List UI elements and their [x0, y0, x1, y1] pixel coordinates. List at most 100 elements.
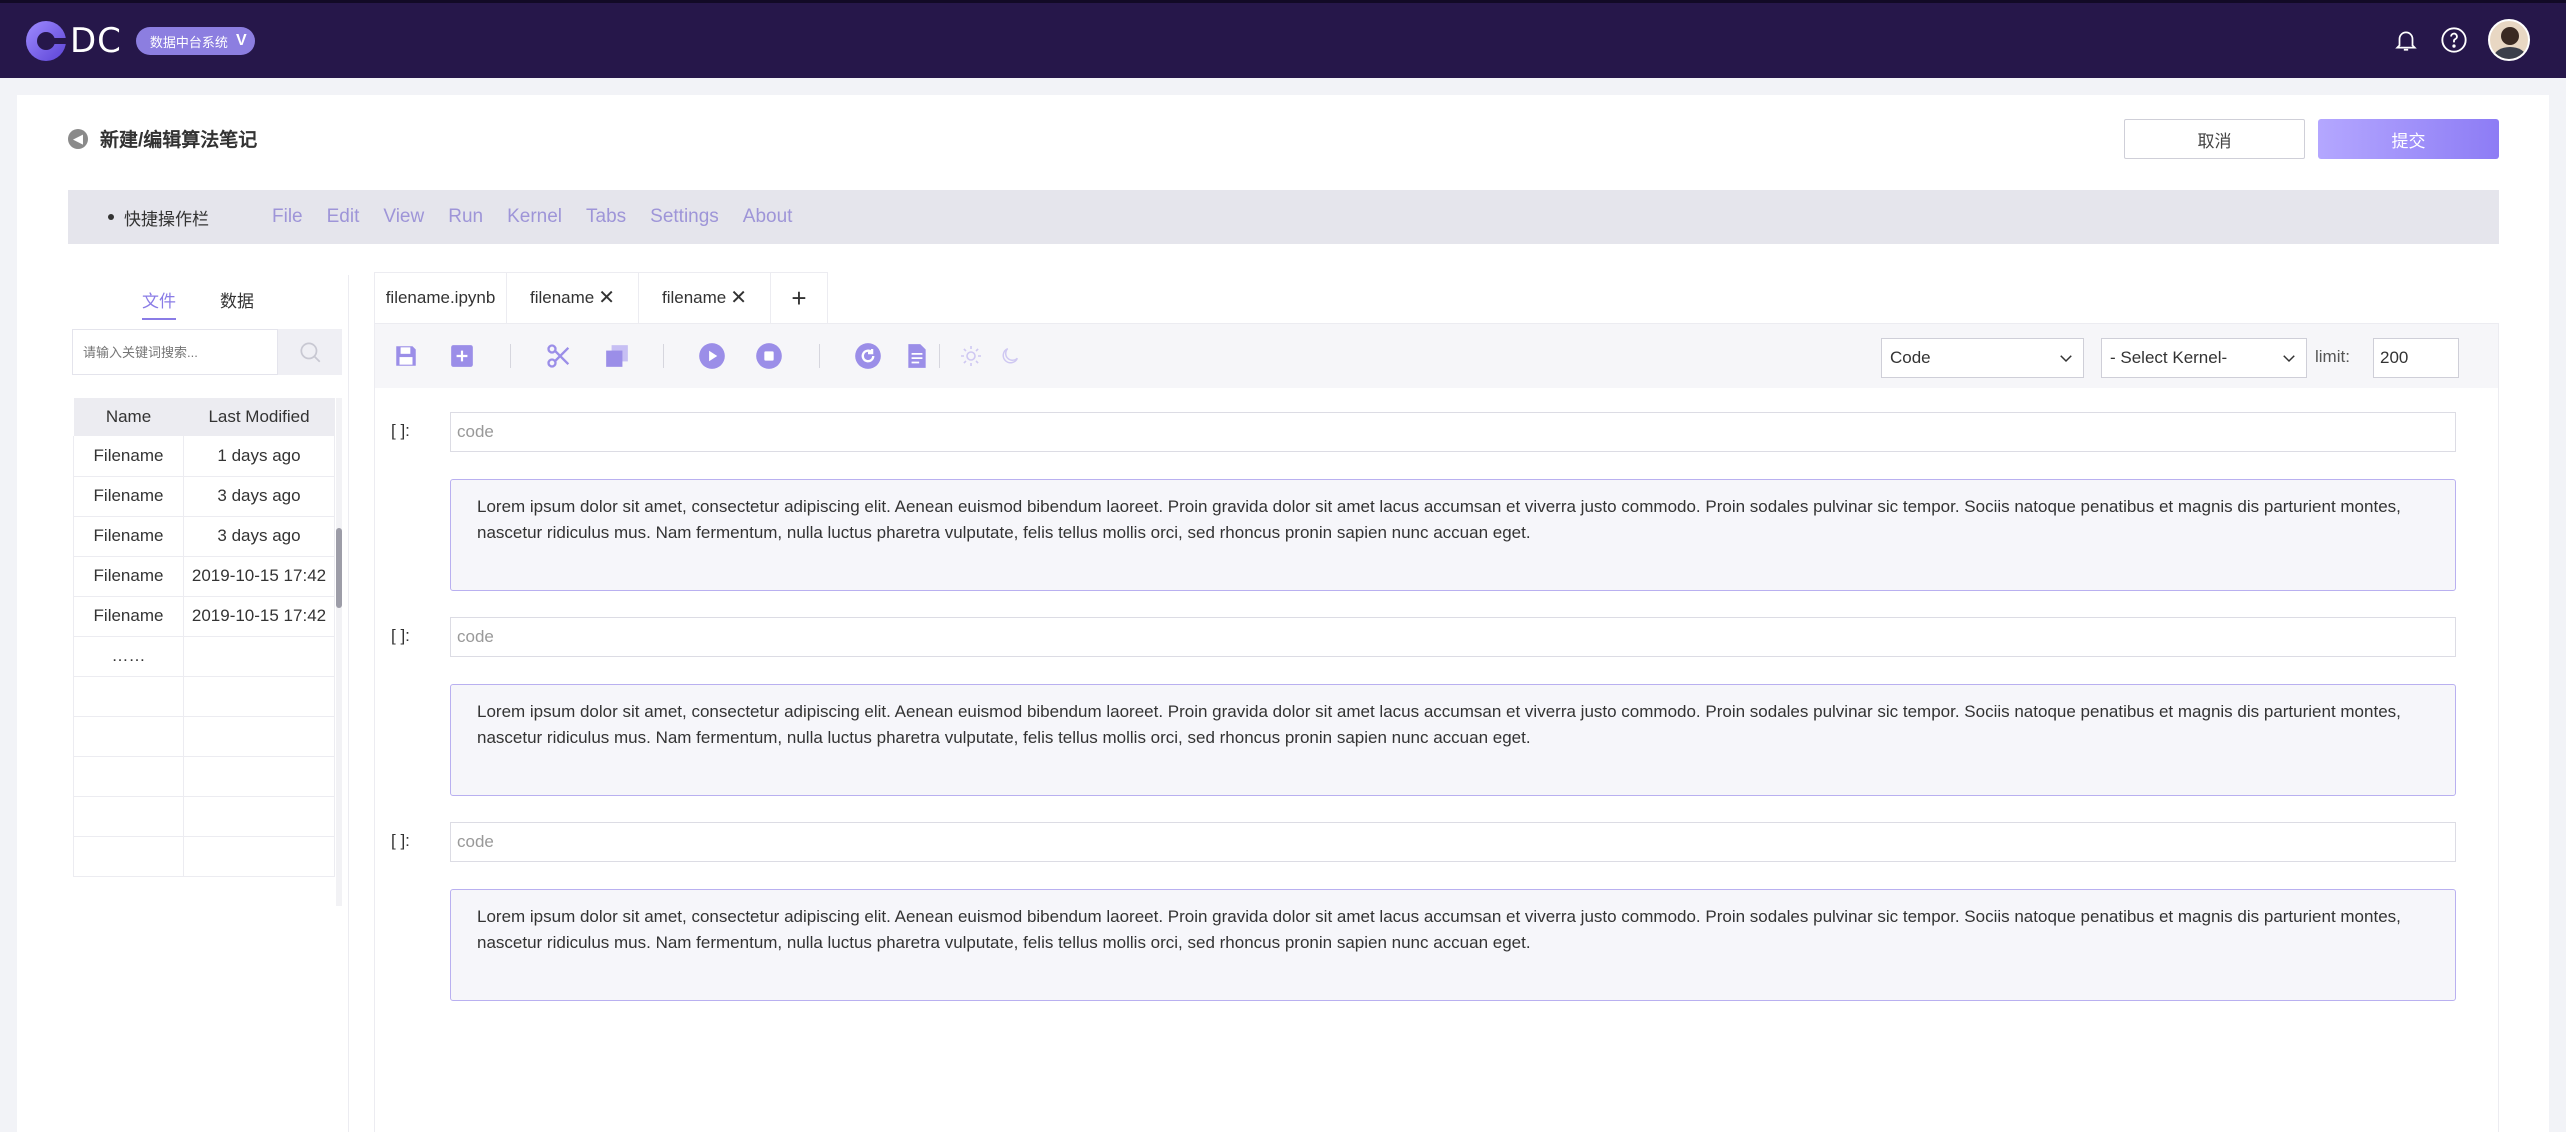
- code-input[interactable]: code: [450, 412, 2456, 452]
- bell-icon[interactable]: [2392, 26, 2420, 54]
- cell-filename: Filename: [73, 596, 184, 637]
- search-button[interactable]: [278, 329, 342, 375]
- tab-label: filename.ipynb: [385, 288, 496, 307]
- search-icon: [300, 342, 321, 363]
- restart-icon[interactable]: [854, 342, 882, 370]
- menu-settings[interactable]: Settings: [650, 206, 719, 228]
- logo-text: DC: [70, 21, 122, 61]
- cancel-button[interactable]: 取消: [2124, 119, 2305, 159]
- kernel-select[interactable]: - Select Kernel-: [2101, 338, 2307, 378]
- left-panel-tabs: 文件 数据: [142, 287, 254, 320]
- notebook-toolbar: Code - Select Kernel- limit: 200: [375, 324, 2498, 388]
- add-cell-icon[interactable]: [448, 342, 476, 370]
- help-icon[interactable]: [2440, 26, 2468, 54]
- table-row[interactable]: [73, 716, 335, 757]
- cell-prompt: [ ]:: [391, 421, 410, 440]
- menu-edit[interactable]: Edit: [327, 206, 360, 228]
- system-switcher[interactable]: 数据中台系统 V: [135, 27, 255, 55]
- cell-filename: [73, 676, 184, 717]
- table-header-row: Name Last Modified: [73, 398, 335, 436]
- table-row[interactable]: [73, 676, 335, 717]
- cell-last-modified: 3 days ago: [183, 476, 335, 517]
- limit-input[interactable]: 200: [2373, 338, 2459, 378]
- back-icon[interactable]: ◀: [68, 128, 88, 149]
- code-input[interactable]: code: [450, 617, 2456, 657]
- menu-kernel[interactable]: Kernel: [507, 206, 562, 228]
- run-icon[interactable]: [698, 342, 726, 370]
- menu-bar: File Edit View Run Kernel Tabs Settings …: [272, 206, 792, 228]
- tab-label: filename: [529, 288, 595, 307]
- table-row[interactable]: [73, 796, 335, 837]
- search-input[interactable]: [72, 329, 278, 375]
- notebook-editor: Code - Select Kernel- limit: 200 [ ]: co…: [374, 323, 2499, 1132]
- dark-mode-icon[interactable]: [996, 342, 1024, 370]
- cell-prompt: [ ]:: [391, 626, 410, 645]
- cell-filename: ……: [73, 636, 184, 677]
- avatar[interactable]: [2488, 19, 2530, 61]
- light-mode-icon[interactable]: [957, 342, 985, 370]
- cell-filename: [73, 796, 184, 837]
- document-icon[interactable]: [903, 342, 931, 370]
- cell-filename: [73, 836, 184, 877]
- table-row[interactable]: Filename 3 days ago: [73, 516, 335, 557]
- code-input[interactable]: code: [450, 822, 2456, 862]
- table-row[interactable]: Filename 2019-10-15 17:42: [73, 556, 335, 597]
- close-icon[interactable]: ✕: [598, 288, 615, 308]
- panel-divider: [348, 275, 349, 1132]
- cell-filename: [73, 716, 184, 757]
- tab-file-3[interactable]: filename ✕: [639, 273, 771, 323]
- app-logo[interactable]: DC 数据中台系统 V: [26, 19, 255, 63]
- tab-data[interactable]: 数据: [220, 287, 254, 320]
- cell-last-modified: [183, 756, 335, 797]
- cell-last-modified: 1 days ago: [183, 436, 335, 477]
- toolbar-separator: [663, 344, 664, 368]
- cell-output: Lorem ipsum dolor sit amet, consectetur …: [450, 889, 2456, 1001]
- table-row[interactable]: Filename 2019-10-15 17:42: [73, 596, 335, 637]
- main-card: ◀ 新建/编辑算法笔记 取消 提交 快捷操作栏 File Edit View R…: [17, 95, 2549, 1132]
- tab-label: filename: [661, 288, 727, 307]
- toolbar-separator: [510, 344, 511, 368]
- page-header: ◀ 新建/编辑算法笔记: [68, 125, 257, 152]
- toolbar-separator: [819, 344, 820, 368]
- menu-view[interactable]: View: [383, 206, 424, 228]
- menu-run[interactable]: Run: [448, 206, 483, 228]
- cell-filename: Filename: [73, 556, 184, 597]
- tab-file-2[interactable]: filename ✕: [507, 273, 639, 323]
- table-row[interactable]: Filename 3 days ago: [73, 476, 335, 517]
- cell-filename: Filename: [73, 476, 184, 517]
- table-row[interactable]: [73, 756, 335, 797]
- top-navbar: DC 数据中台系统 V: [0, 0, 2566, 78]
- file-table: Name Last Modified Filename 1 days ago Fil…: [73, 398, 335, 877]
- chevron-down-icon: [2283, 355, 2295, 363]
- cell-type-value: Code: [1890, 348, 1931, 367]
- add-tab-button[interactable]: +: [771, 273, 827, 323]
- file-list-scrollbar[interactable]: [336, 398, 342, 906]
- cell-prompt: [ ]:: [391, 831, 410, 850]
- menu-about[interactable]: About: [743, 206, 793, 228]
- menu-file[interactable]: File: [272, 206, 303, 228]
- chevron-down-icon: [2060, 355, 2072, 363]
- cell-type-select[interactable]: Code: [1881, 338, 2084, 378]
- kernel-value: - Select Kernel-: [2110, 348, 2228, 367]
- table-row[interactable]: [73, 836, 335, 877]
- cut-icon[interactable]: [545, 342, 573, 370]
- limit-label: limit:: [2315, 347, 2350, 366]
- quickbar-label: 快捷操作栏: [108, 205, 258, 230]
- toolbar-separator: [939, 344, 940, 368]
- save-icon[interactable]: [392, 342, 420, 370]
- tab-file-1[interactable]: filename.ipynb: [375, 273, 507, 323]
- cell-filename: [73, 756, 184, 797]
- stop-icon[interactable]: [755, 342, 783, 370]
- table-row[interactable]: ……: [73, 636, 335, 677]
- table-row[interactable]: Filename 1 days ago: [73, 436, 335, 477]
- tab-files[interactable]: 文件: [142, 287, 176, 320]
- scrollbar-thumb[interactable]: [336, 528, 342, 608]
- plus-icon: +: [791, 282, 807, 313]
- logo-mark-icon: [26, 21, 66, 61]
- close-icon[interactable]: ✕: [730, 288, 747, 308]
- menu-tabs[interactable]: Tabs: [586, 206, 626, 228]
- column-header-name[interactable]: Name: [73, 398, 184, 436]
- copy-icon[interactable]: [603, 342, 631, 370]
- submit-button[interactable]: 提交: [2318, 119, 2499, 159]
- column-header-last-modified[interactable]: Last Modified: [183, 398, 335, 436]
